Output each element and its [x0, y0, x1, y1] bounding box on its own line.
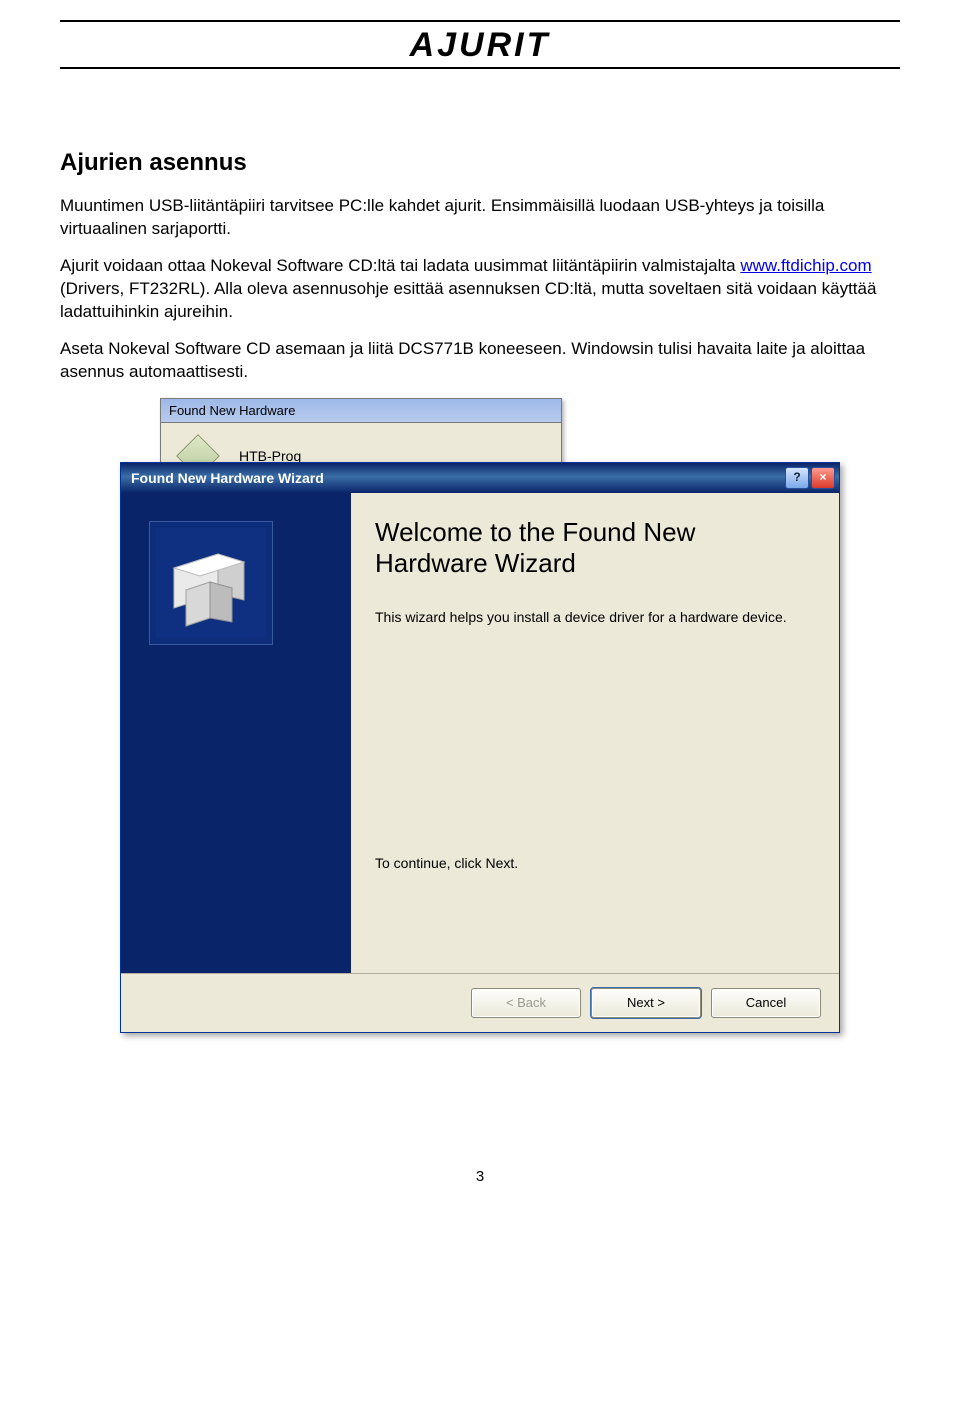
help-button[interactable]: ? [785, 467, 809, 489]
para-1: Muuntimen USB-liitäntäpiiri tarvitsee PC… [60, 195, 900, 241]
fnn-title: Found New Hardware [161, 399, 561, 423]
close-button[interactable]: × [811, 467, 835, 489]
wizard-intro: This wizard helps you install a device d… [375, 609, 809, 625]
doc-title: AJURIT [60, 26, 900, 65]
wizard-heading: Welcome to the Found New Hardware Wizard [375, 517, 809, 579]
wizard-side-icon [149, 521, 273, 645]
para-3: Aseta Nokeval Software CD asemaan ja lii… [60, 338, 900, 384]
page-number: 3 [60, 1168, 900, 1185]
wizard-side-panel [121, 493, 351, 973]
para-2: Ajurit voidaan ottaa Nokeval Software CD… [60, 255, 900, 324]
wizard-continue: To continue, click Next. [375, 855, 809, 871]
screenshot-stack: Found New Hardware HTB-Prog Found New Ha… [120, 398, 840, 1098]
wizard-titlebar[interactable]: Found New Hardware Wizard ? × [121, 463, 839, 493]
section-head: Ajurien asennus [60, 149, 900, 177]
title-rule-top [60, 20, 900, 22]
back-button: < Back [471, 988, 581, 1018]
wizard-button-bar: < Back Next > Cancel [121, 973, 839, 1032]
next-button[interactable]: Next > [591, 988, 701, 1018]
ftdichip-link[interactable]: www.ftdichip.com [740, 256, 871, 275]
para-2b: (Drivers, FT232RL). Alla oleva asennusoh… [60, 279, 876, 321]
cancel-button[interactable]: Cancel [711, 988, 821, 1018]
found-new-hardware-wizard: Found New Hardware Wizard ? × [120, 462, 840, 1033]
wizard-title-text: Found New Hardware Wizard [131, 470, 324, 486]
para-2a: Ajurit voidaan ottaa Nokeval Software CD… [60, 256, 740, 275]
